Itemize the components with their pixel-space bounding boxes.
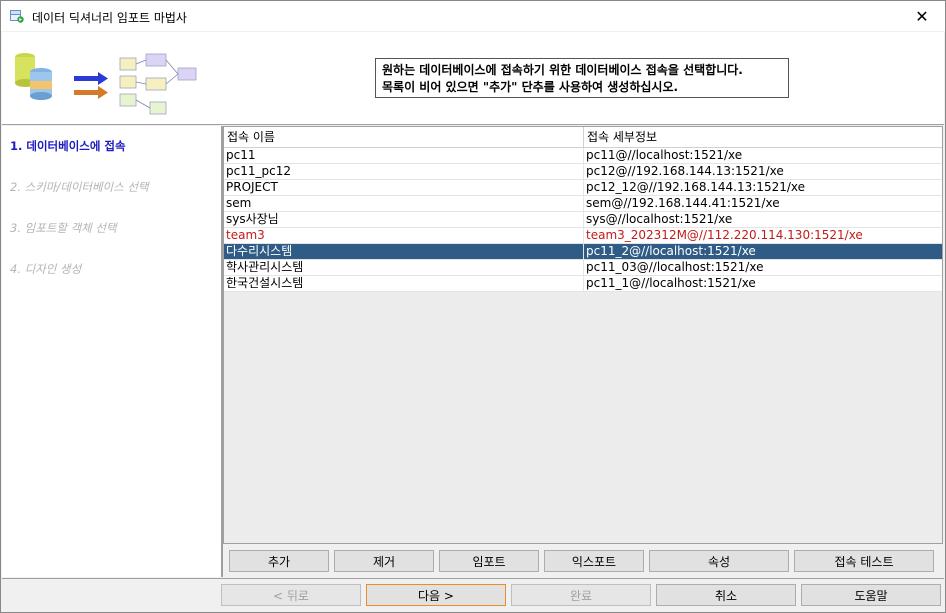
connection-detail-cell: sem@//192.168.144.41:1521/xe	[586, 196, 780, 210]
connection-detail-cell: pc11_03@//localhost:1521/xe	[586, 260, 764, 274]
next-button[interactable]: 다음 >	[366, 584, 506, 606]
cancel-button[interactable]: 취소	[656, 584, 796, 606]
connection-detail-cell: pc12@//192.168.144.13:1521/xe	[586, 164, 784, 178]
table-row[interactable]: 학사관리시스템 pc11_03@//localhost:1521/xe	[224, 260, 942, 276]
connection-name-cell: PROJECT	[224, 180, 584, 196]
wizard-header: 원하는 데이터베이스에 접속하기 위한 데이터베이스 접속을 선택합니다. 목록…	[2, 32, 944, 125]
import-connection-button[interactable]: 임포트	[439, 550, 539, 572]
table-row[interactable]: pc11 pc11@//localhost:1521/xe	[224, 148, 942, 164]
table-row[interactable]: sys사장님 sys@//localhost:1521/xe	[224, 212, 942, 228]
grid-header: 접속 이름 접속 세부정보	[224, 127, 942, 148]
window-title: 데이터 딕셔너리 임포트 마법사	[32, 11, 187, 25]
table-row[interactable]: PROJECT pc12_12@//192.168.144.13:1521/xe	[224, 180, 942, 196]
wizard-window: 데이터 딕셔너리 임포트 마법사 ✕ 원하는 데이터베이스에 접속하기 위한 데…	[0, 0, 946, 613]
column-header-connection-details[interactable]: 접속 세부정보	[584, 127, 942, 147]
remove-connection-button[interactable]: 제거	[334, 550, 434, 572]
connection-name-cell: 다수리시스템	[224, 244, 584, 260]
connection-detail-cell: team3_202312M@//112.220.114.130:1521/xe	[586, 228, 863, 242]
instruction-box: 원하는 데이터베이스에 접속하기 위한 데이터베이스 접속을 선택합니다. 목록…	[375, 58, 789, 98]
add-connection-button[interactable]: 추가	[229, 550, 329, 572]
step-select-schema: 2. 스키마/데이터베이스 선택	[10, 180, 149, 194]
table-row[interactable]: 한국건설시스템 pc11_1@//localhost:1521/xe	[224, 276, 942, 292]
connection-detail-cell: pc12_12@//192.168.144.13:1521/xe	[586, 180, 806, 194]
instruction-line-1: 원하는 데이터베이스에 접속하기 위한 데이터베이스 접속을 선택합니다.	[382, 63, 743, 77]
app-icon	[10, 10, 24, 23]
footer-divider	[2, 578, 944, 579]
table-row[interactable]: pc11_pc12 pc12@//192.168.144.13:1521/xe	[224, 164, 942, 180]
connection-detail-cell: pc11@//localhost:1521/xe	[586, 148, 743, 162]
column-header-connection-name[interactable]: 접속 이름	[224, 127, 584, 147]
connection-name-cell: 한국건설시스템	[224, 276, 584, 292]
step-connect: 1. 데이터베이스에 접속	[10, 139, 126, 153]
title-bar[interactable]: 데이터 딕셔너리 임포트 마법사 ✕	[1, 1, 945, 31]
connection-detail-cell: pc11_1@//localhost:1521/xe	[586, 276, 756, 290]
connection-name-cell: team3	[224, 228, 584, 244]
connection-properties-button[interactable]: 속성	[649, 550, 789, 572]
connection-name-cell: pc11_pc12	[224, 164, 584, 180]
table-row[interactable]: sem sem@//192.168.144.41:1521/xe	[224, 196, 942, 212]
step-generate-design: 4. 디자인 생성	[10, 262, 82, 276]
instruction-line-2: 목록이 비어 있으면 "추가" 단추를 사용하여 생성하십시오.	[382, 80, 679, 94]
finish-button[interactable]: 완료	[511, 584, 651, 606]
connection-name-cell: pc11	[224, 148, 584, 164]
database-import-illustration-icon	[15, 53, 197, 115]
connection-detail-cell: sys@//localhost:1521/xe	[586, 212, 733, 226]
connection-name-cell: sys사장님	[224, 212, 584, 228]
help-button[interactable]: 도움말	[801, 584, 941, 606]
test-connection-button[interactable]: 접속 테스트	[794, 550, 934, 572]
connection-name-cell: 학사관리시스템	[224, 260, 584, 276]
connection-detail-cell: pc11_2@//localhost:1521/xe	[586, 244, 756, 258]
close-button[interactable]: ✕	[899, 1, 945, 31]
close-icon: ✕	[915, 6, 929, 26]
table-row-error[interactable]: team3 team3_202312M@//112.220.114.130:15…	[224, 228, 942, 244]
connection-name-cell: sem	[224, 196, 584, 212]
wizard-steps-panel: 1. 데이터베이스에 접속 2. 스키마/데이터베이스 선택 3. 임포트할 객…	[2, 126, 223, 577]
step-select-objects: 3. 임포트할 객체 선택	[10, 221, 117, 235]
connections-grid[interactable]: 접속 이름 접속 세부정보 pc11 pc11@//localhost:1521…	[223, 126, 943, 544]
back-button[interactable]: < 뒤로	[221, 584, 361, 606]
table-row-selected[interactable]: 다수리시스템 pc11_2@//localhost:1521/xe	[224, 244, 942, 260]
export-connection-button[interactable]: 익스포트	[544, 550, 644, 572]
